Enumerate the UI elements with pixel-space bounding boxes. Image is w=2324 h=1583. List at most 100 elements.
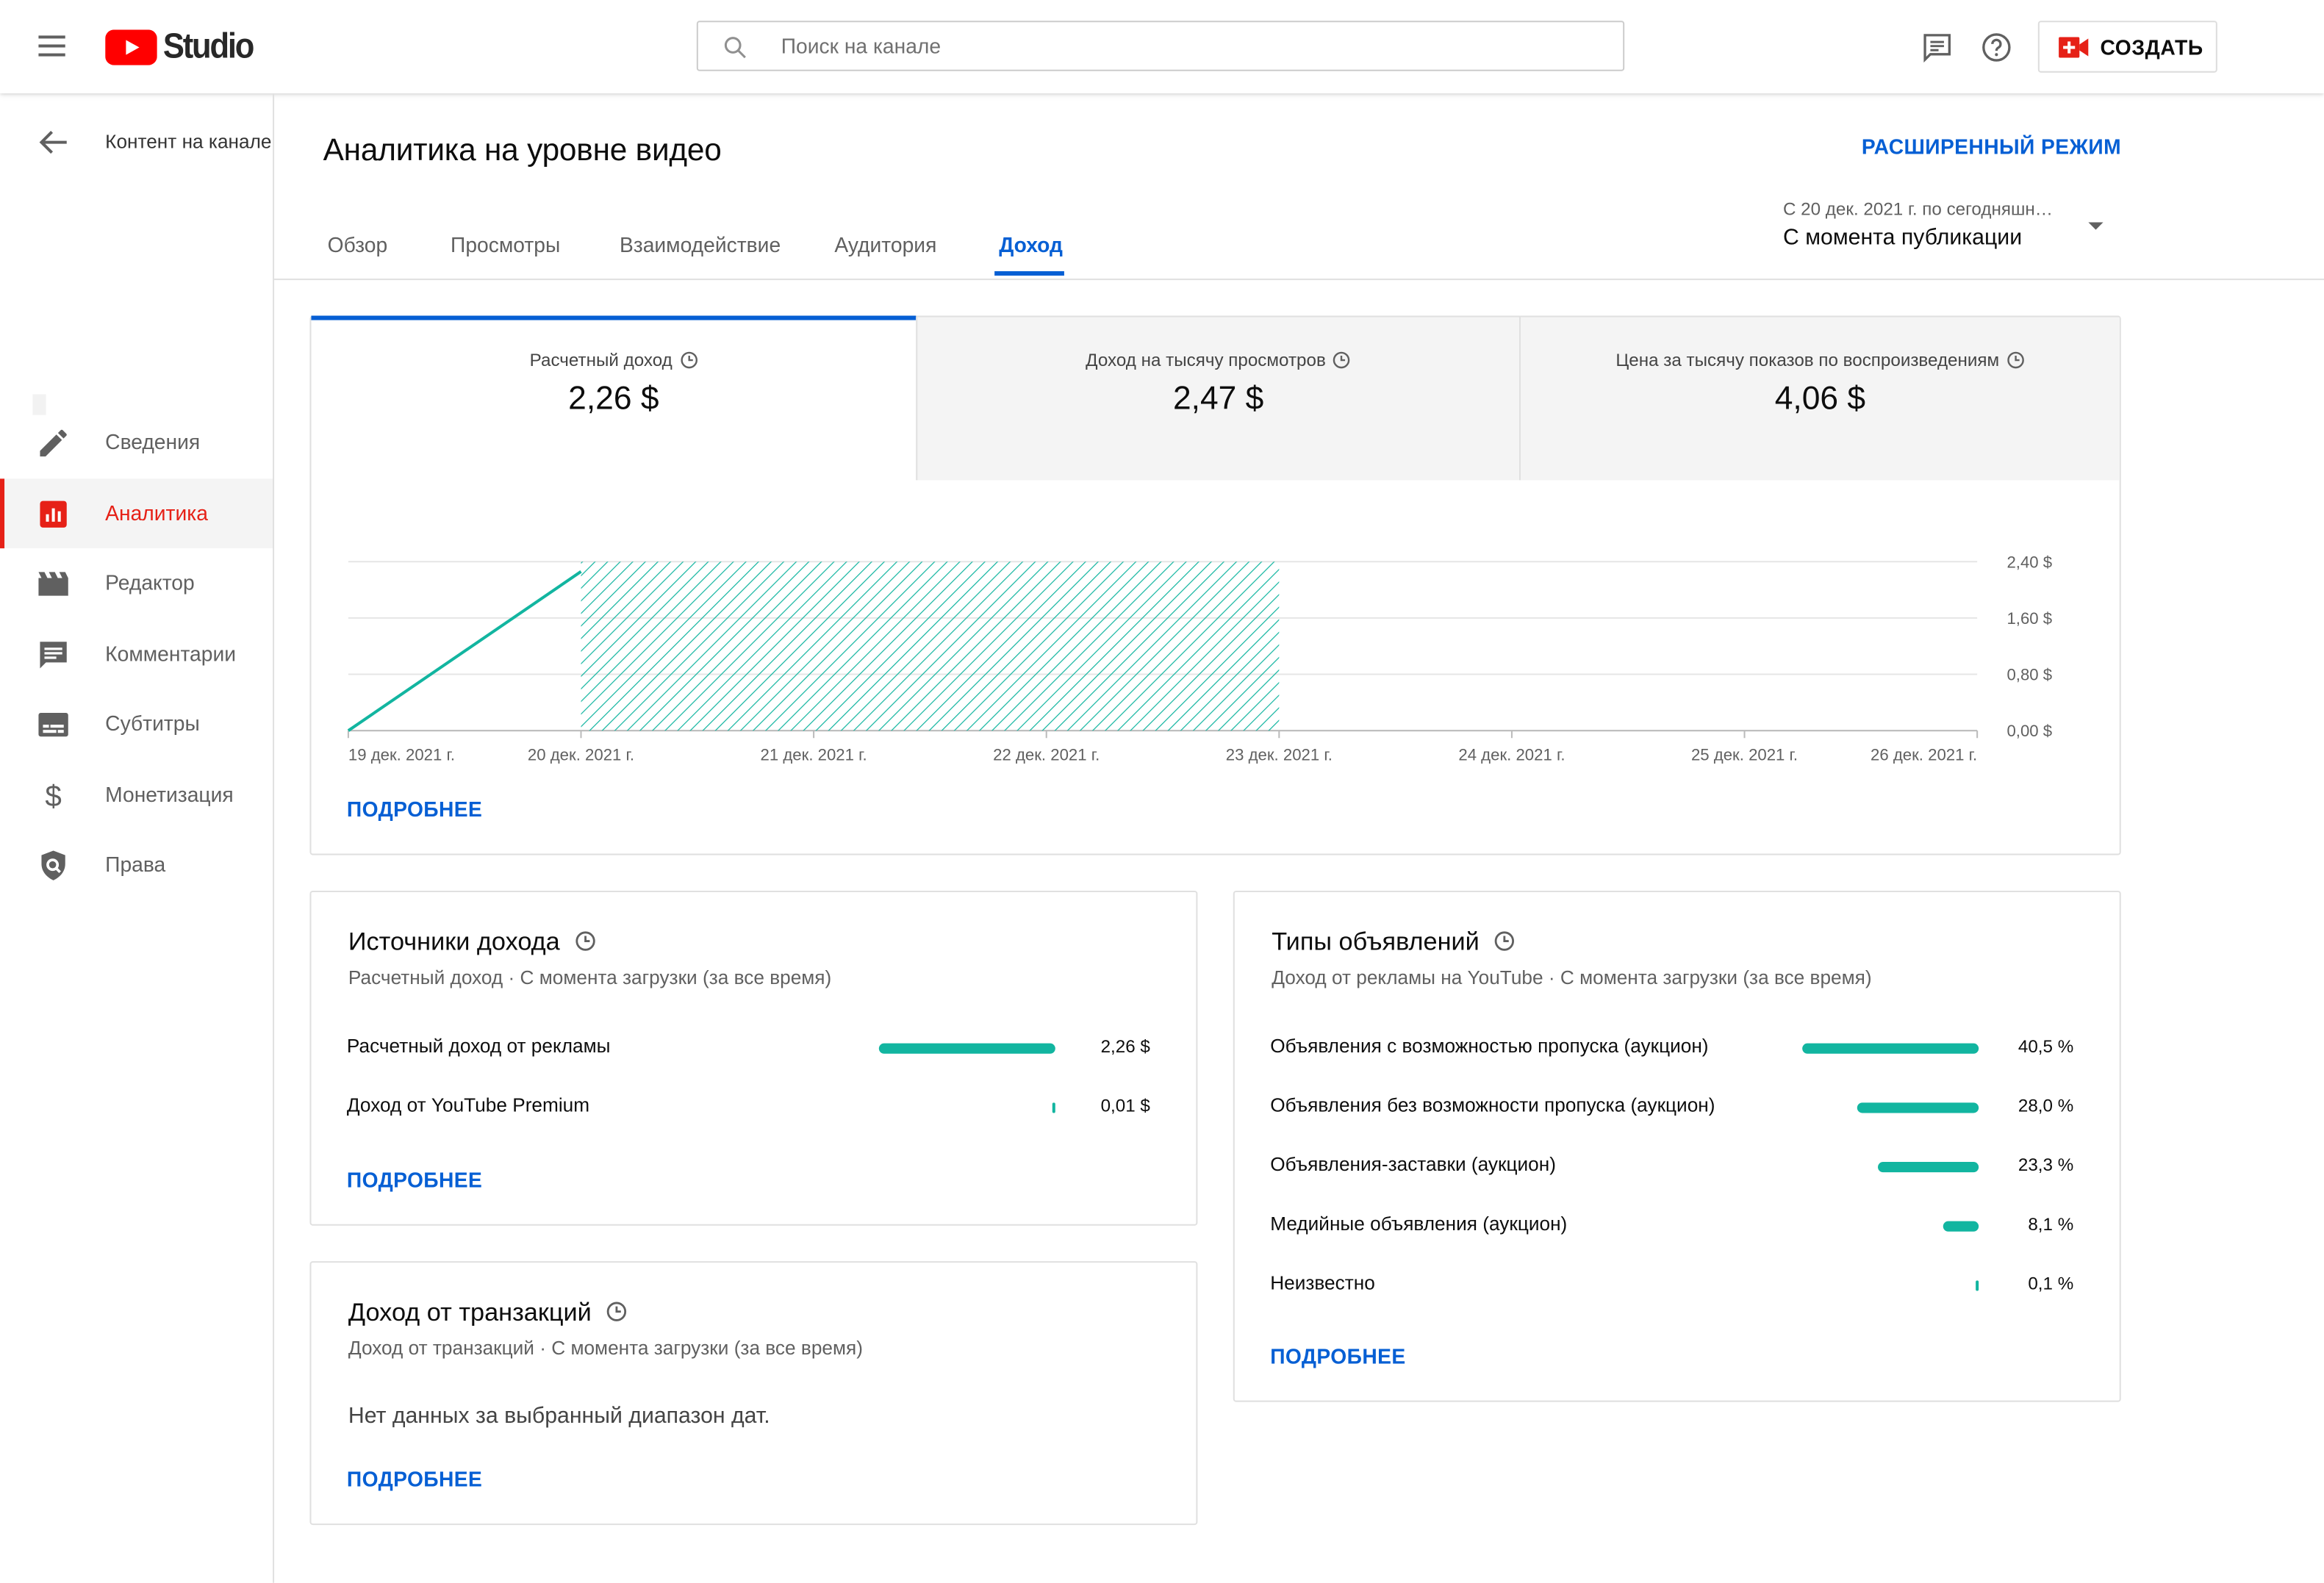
analytics-icon (40, 500, 67, 528)
search-input[interactable] (781, 22, 1582, 70)
tabs-divider (274, 279, 2324, 281)
tab-overview[interactable]: Обзор (328, 233, 388, 256)
subtitles-icon (38, 712, 68, 737)
page-title: Аналитика на уровне видео (323, 133, 722, 168)
svg-text:$: $ (45, 779, 61, 813)
clock-icon (680, 351, 697, 369)
sidebar-item-analytics[interactable]: Аналитика (0, 478, 273, 549)
studio-logo[interactable]: Studio (105, 29, 263, 65)
list-item-bar (1857, 1102, 1979, 1113)
y-tick-label: 2,40 $ (2006, 553, 2052, 571)
list-item-bar (1802, 1043, 1979, 1054)
logo-text: Studio (162, 26, 255, 67)
sidebar-item-label: Редактор (105, 570, 195, 595)
sidebar-item-copyright[interactable]: Права (0, 830, 273, 900)
ad-types-card: Типы объявлений Доход от рекламы на YouT… (1233, 890, 2121, 1402)
x-tick-label: 21 дек. 2021 г. (761, 746, 867, 764)
section-subtitle: Доход от транзакций · С момента загрузки… (348, 1336, 863, 1360)
section-title-text: Типы объявлений (1272, 927, 1480, 956)
create-button[interactable]: СОЗДАТЬ (2037, 21, 2217, 73)
sidebar: Контент на канале Сведения Аналитика Ред… (0, 93, 275, 1583)
metric-playback-cpm[interactable]: Цена за тысячу показов по воспроизведени… (1519, 317, 2120, 481)
revenue-line-chart: 0,00 $ 0,80 $ 1,60 $ 2,40 $ 19 дек. 2021 г.… (347, 553, 2052, 764)
metric-estimated-revenue[interactable]: Расчетный доход 2,26 $ (311, 315, 917, 481)
pencil-icon (40, 429, 67, 457)
estimated-data-band (581, 561, 1280, 731)
feedback-icon[interactable] (1921, 31, 1954, 63)
tab-engagement[interactable]: Взаимодействие (620, 233, 781, 256)
list-item-value: 8,1 % (2028, 1213, 2074, 1235)
list-item-value: 28,0 % (2018, 1095, 2074, 1116)
list-item-value: 0,01 $ (1100, 1095, 1150, 1116)
section-title: Доход от транзакций (348, 1299, 627, 1328)
sidebar-item-label: Аналитика (105, 500, 208, 525)
series-line (347, 570, 582, 732)
date-range-value: С момента публикации (1782, 225, 2023, 251)
sidebar-item-monetization[interactable]: $ Монетизация (0, 761, 273, 830)
ad-types-more-link[interactable]: ПОДРОБНЕЕ (1270, 1344, 1405, 1368)
sidebar-item-label: Монетизация (105, 782, 234, 807)
top-header: Studio СОЗДАТЬ (0, 0, 2324, 94)
sidebar-item-subtitles[interactable]: Субтитры (0, 689, 273, 759)
sidebar-item-editor[interactable]: Редактор (0, 548, 273, 618)
section-title: Источники дохода (348, 927, 595, 957)
list-item-value: 40,5 % (2018, 1035, 2074, 1057)
date-range-picker[interactable]: С 20 дек. 2021 г. по сегодняшн… С момент… (1783, 198, 2112, 258)
chart-more-link[interactable]: ПОДРОБНЕЕ (347, 797, 482, 821)
metric-value: 2,26 $ (568, 379, 659, 417)
clock-icon (1494, 931, 1515, 951)
metric-label: Цена за тысячу показов по воспроизведени… (1615, 349, 2000, 371)
x-tick-label: 25 дек. 2021 г. (1691, 746, 1798, 764)
clock-icon (2007, 351, 2024, 369)
clock-icon (606, 1302, 627, 1321)
search-box[interactable] (696, 21, 1625, 71)
section-title-text: Доход от транзакций (348, 1298, 592, 1327)
transactions-more-link[interactable]: ПОДРОБНЕЕ (347, 1467, 482, 1490)
advanced-mode-link[interactable]: РАСШИРЕННЫЙ РЕЖИМ (1862, 135, 2121, 159)
section-subtitle: Доход от рекламы на YouTube · С момента … (1272, 966, 1872, 989)
sources-more-link[interactable]: ПОДРОБНЕЕ (347, 1168, 482, 1191)
x-tick-label: 24 дек. 2021 г. (1458, 746, 1565, 764)
list-item-bar (1877, 1162, 1979, 1173)
y-tick-label: 0,00 $ (2006, 722, 2052, 740)
tab-revenue[interactable]: Доход (999, 233, 1063, 256)
x-tick-label: 19 дек. 2021 г. (348, 746, 455, 764)
section-title-text: Источники дохода (348, 927, 560, 956)
section-subtitle: Расчетный доход · С момента загрузки (за… (348, 966, 832, 989)
metric-value: 2,47 $ (1172, 379, 1264, 417)
tab-views[interactable]: Просмотры (451, 233, 560, 256)
list-item-label: Медийные объявления (аукцион) (1270, 1212, 1568, 1235)
sidebar-item-details[interactable]: Сведения (0, 408, 273, 478)
x-tick-label: 23 дек. 2021 г. (1226, 746, 1333, 764)
list-item-value: 2,26 $ (1100, 1035, 1150, 1057)
x-tick-label: 22 дек. 2021 г. (993, 746, 1100, 764)
list-item-bar (878, 1043, 1055, 1054)
list-item-label: Объявления-заставки (аукцион) (1270, 1152, 1556, 1176)
x-tick-label: 26 дек. 2021 г. (1871, 746, 1977, 764)
menu-icon[interactable] (38, 35, 65, 57)
list-item-value: 0,1 % (2028, 1273, 2074, 1294)
create-label: СОЗДАТЬ (2100, 35, 2203, 59)
date-range-text: С 20 дек. 2021 г. по сегодняшн… (1782, 198, 2053, 220)
list-item-bar (1052, 1102, 1055, 1113)
clock-icon (575, 931, 595, 951)
clock-icon (1333, 351, 1351, 369)
help-icon[interactable] (1980, 31, 2012, 63)
metric-rpm[interactable]: Доход на тысячу просмотров 2,47 $ (916, 317, 1520, 481)
y-tick-label: 0,80 $ (2006, 666, 2052, 684)
clapperboard-icon (38, 572, 68, 596)
sidebar-item-label: Сведения (105, 429, 201, 454)
list-item-value: 23,3 % (2018, 1154, 2074, 1176)
tab-audience[interactable]: Аудитория (834, 233, 936, 256)
video-camera-plus-icon (2059, 36, 2089, 57)
comment-icon (40, 642, 67, 669)
sidebar-item-comments[interactable]: Комментарии (0, 620, 273, 689)
active-tab-indicator (994, 271, 1064, 276)
sidebar-item-label: Права (105, 852, 166, 876)
metric-label: Расчетный доход (529, 349, 673, 371)
channel-content-link[interactable]: Контент на канале (105, 130, 271, 152)
back-arrow-icon[interactable] (38, 129, 68, 155)
metric-label: Доход на тысячу просмотров (1086, 349, 1326, 371)
list-item-label: Неизвестно (1270, 1271, 1375, 1294)
sidebar-item-label: Комментарии (105, 642, 237, 666)
